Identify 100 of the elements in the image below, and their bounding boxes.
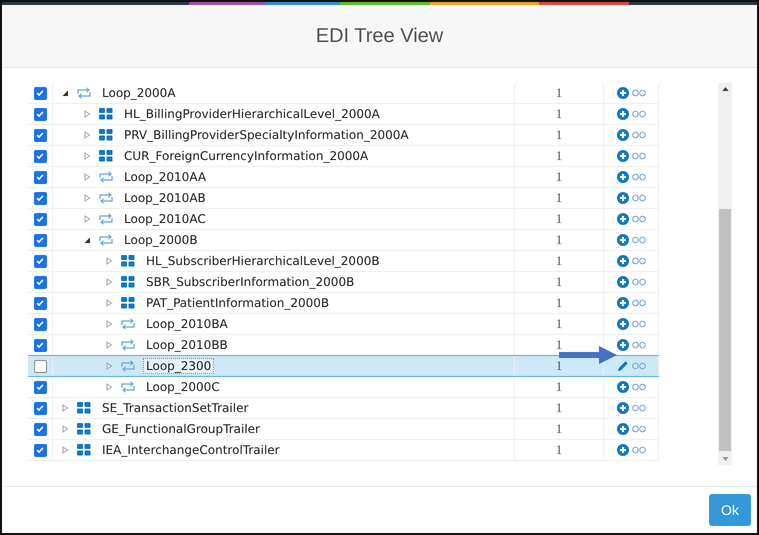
checkbox[interactable]	[34, 86, 46, 100]
node-label[interactable]: Loop_2300	[143, 358, 214, 374]
checkbox[interactable]	[34, 296, 46, 310]
add-icon[interactable]	[616, 381, 628, 393]
link-icon[interactable]	[632, 278, 646, 286]
collapse-icon[interactable]	[83, 236, 91, 244]
checkbox[interactable]	[34, 276, 46, 288]
add-icon[interactable]	[616, 339, 628, 351]
tree-row[interactable]: Loop_2010AA 1	[28, 167, 659, 188]
expand-icon[interactable]	[83, 215, 91, 223]
link-icon[interactable]	[632, 404, 646, 412]
link-icon[interactable]	[632, 341, 646, 349]
tree-row[interactable]: SBR_SubscriberInformation_2000B 1	[28, 272, 659, 293]
tree-row[interactable]: PAT_PatientInformation_2000B 1	[28, 293, 659, 314]
link-icon[interactable]	[632, 194, 646, 202]
node-label[interactable]: Loop_2010BB	[143, 337, 231, 353]
expand-icon[interactable]	[61, 404, 69, 412]
node-label[interactable]: Loop_2010AB	[121, 190, 209, 206]
scroll-thumb[interactable]	[719, 209, 731, 451]
add-icon[interactable]	[616, 423, 628, 435]
checkbox[interactable]	[34, 170, 46, 184]
checkbox[interactable]	[34, 422, 46, 436]
checkbox[interactable]	[34, 150, 46, 162]
node-label[interactable]: Loop_2000B	[121, 232, 201, 248]
scroll-up-icon[interactable]	[722, 87, 728, 91]
node-label[interactable]: PRV_BillingProviderSpecialtyInformation_2000A	[121, 127, 412, 143]
add-icon[interactable]	[616, 234, 628, 246]
link-icon[interactable]	[632, 215, 646, 223]
checkbox[interactable]	[34, 212, 46, 226]
link-icon[interactable]	[632, 320, 646, 328]
add-icon[interactable]	[616, 318, 628, 330]
scroll-down-icon[interactable]	[722, 457, 728, 461]
expand-icon[interactable]	[105, 278, 113, 286]
checkbox[interactable]	[34, 254, 46, 268]
node-label[interactable]: IEA_InterchangeControlTrailer	[99, 442, 283, 458]
expand-icon[interactable]	[83, 152, 91, 160]
node-label[interactable]: Loop_2010AC	[121, 211, 209, 227]
node-label[interactable]: Loop_2000A	[99, 85, 179, 101]
add-icon[interactable]	[616, 213, 628, 225]
collapse-icon[interactable]	[61, 89, 69, 97]
tree-row[interactable]: Loop_2000C 1	[28, 377, 659, 398]
add-icon[interactable]	[616, 297, 628, 309]
expand-icon[interactable]	[105, 383, 113, 391]
add-icon[interactable]	[616, 171, 628, 183]
checkbox[interactable]	[34, 444, 46, 456]
tree-row[interactable]: GE_FunctionalGroupTrailer 1	[28, 419, 659, 440]
node-label[interactable]: SE_TransactionSetTrailer	[99, 400, 252, 416]
expand-icon[interactable]	[105, 299, 113, 307]
checkbox[interactable]	[34, 360, 46, 372]
tree-row[interactable]: Loop_2010AB 1	[28, 188, 659, 209]
link-icon[interactable]	[632, 236, 646, 244]
expand-icon[interactable]	[105, 362, 113, 370]
tree-row[interactable]: IEA_InterchangeControlTrailer 1	[28, 440, 659, 461]
link-icon[interactable]	[632, 110, 646, 118]
expand-icon[interactable]	[105, 341, 113, 349]
tree-row[interactable]: Loop_2010AC 1	[28, 209, 659, 230]
checkbox[interactable]	[34, 402, 46, 414]
link-icon[interactable]	[632, 299, 646, 307]
tree-row[interactable]: HL_SubscriberHierarchicalLevel_2000B 1	[28, 251, 659, 272]
tree-row[interactable]: Loop_2010BA 1	[28, 314, 659, 335]
tree-row[interactable]: Loop_2300 1	[28, 355, 659, 377]
tree-row[interactable]: SE_TransactionSetTrailer 1	[28, 398, 659, 419]
link-icon[interactable]	[632, 173, 646, 181]
link-icon[interactable]	[632, 131, 646, 139]
add-icon[interactable]	[616, 87, 628, 99]
add-icon[interactable]	[616, 276, 628, 288]
checkbox[interactable]	[34, 380, 46, 394]
tree-row[interactable]: Loop_2000B 1	[28, 230, 659, 251]
node-label[interactable]: HL_BillingProviderHierarchicalLevel_2000A	[121, 106, 383, 122]
add-icon[interactable]	[616, 129, 628, 141]
node-label[interactable]: Loop_2010AA	[121, 169, 210, 185]
expand-icon[interactable]	[61, 446, 69, 454]
link-icon[interactable]	[632, 383, 646, 391]
checkbox[interactable]	[34, 338, 46, 352]
node-label[interactable]: Loop_2000C	[143, 379, 223, 395]
link-icon[interactable]	[632, 89, 646, 97]
expand-icon[interactable]	[83, 173, 91, 181]
tree-row[interactable]: Loop_2000A 1	[28, 83, 659, 104]
expand-icon[interactable]	[105, 257, 113, 265]
expand-icon[interactable]	[83, 194, 91, 202]
node-label[interactable]: GE_FunctionalGroupTrailer	[99, 421, 263, 437]
tree-row[interactable]: HL_BillingProviderHierarchicalLevel_2000A 1	[28, 104, 659, 125]
link-icon[interactable]	[632, 446, 646, 454]
link-icon[interactable]	[632, 425, 646, 433]
node-label[interactable]: PAT_PatientInformation_2000B	[143, 295, 332, 311]
add-icon[interactable]	[616, 402, 628, 414]
tree-row[interactable]: PRV_BillingProviderSpecialtyInformation_2000A 1	[28, 125, 659, 146]
node-label[interactable]: SBR_SubscriberInformation_2000B	[143, 274, 358, 290]
node-label[interactable]: HL_SubscriberHierarchicalLevel_2000B	[143, 253, 383, 269]
checkbox[interactable]	[34, 108, 46, 120]
add-icon[interactable]	[616, 192, 628, 204]
add-icon[interactable]	[616, 150, 628, 162]
add-icon[interactable]	[616, 255, 628, 267]
checkbox[interactable]	[34, 318, 46, 330]
tree-row[interactable]: CUR_ForeignCurrencyInformation_2000A 1	[28, 146, 659, 167]
link-icon[interactable]	[632, 152, 646, 160]
node-label[interactable]: Loop_2010BA	[143, 316, 231, 332]
link-icon[interactable]	[632, 257, 646, 265]
expand-icon[interactable]	[105, 320, 113, 328]
checkbox[interactable]	[34, 128, 46, 142]
